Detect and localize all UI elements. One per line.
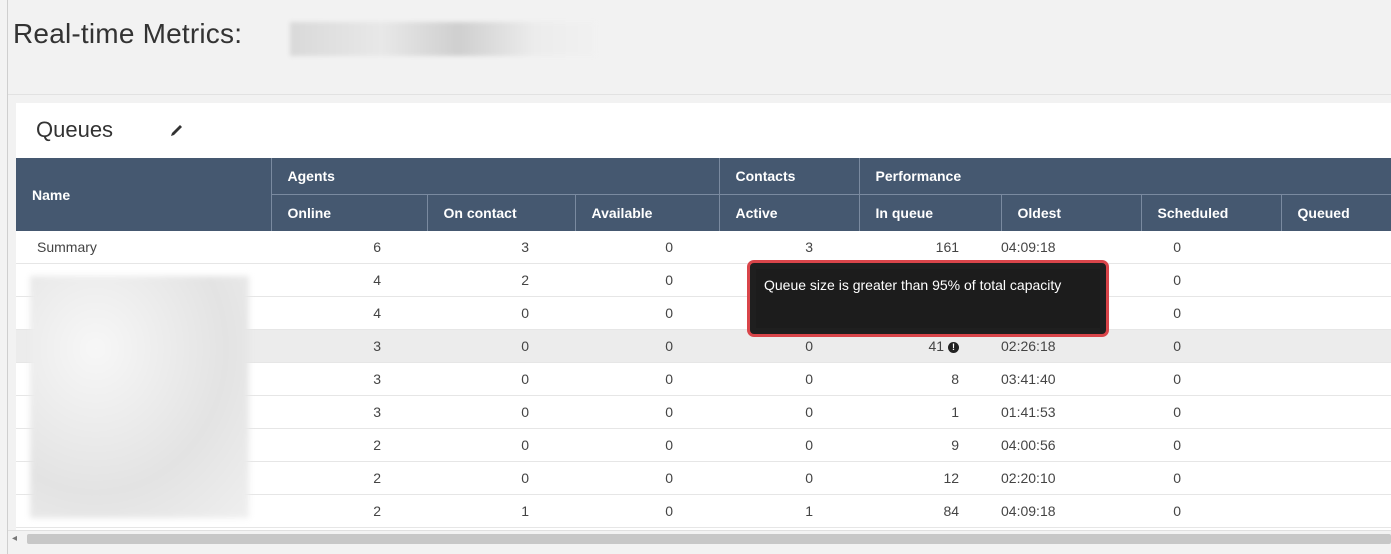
cell-queued: 53 <box>1281 263 1391 297</box>
tooltip: Queue size is greater than 95% of total … <box>747 260 1109 337</box>
column-header-on-contact[interactable]: On contact <box>426 194 575 231</box>
cell-available: 0 <box>575 395 720 429</box>
cell-scheduled: 0 <box>1141 428 1282 462</box>
cell-queued: 51 <box>1281 296 1391 330</box>
column-header-available[interactable]: Available <box>574 194 720 231</box>
divider <box>8 94 1391 95</box>
cell-scheduled: 0 <box>1141 362 1282 396</box>
cell-in-queue: 161 <box>859 231 1002 264</box>
cell-oldest: 02:20:10 <box>1001 461 1142 495</box>
redacted-instance-name <box>290 22 596 56</box>
cell-available: 0 <box>575 263 720 297</box>
cell-in-queue: 8 <box>859 362 1002 396</box>
table-row-summary[interactable]: Summary 6 3 0 3 161 04:09:18 0 422 <box>16 231 1391 264</box>
cell-active: 0 <box>719 362 860 396</box>
scrollbar-thumb[interactable] <box>27 534 1391 544</box>
cell-active: 0 <box>719 428 860 462</box>
cell-in-queue-value: 41 <box>928 338 945 354</box>
group-header-contacts: Contacts <box>718 158 860 195</box>
cell-in-queue: 1 <box>859 395 1002 429</box>
cell-online: 3 <box>271 362 427 396</box>
cell-active: 3 <box>719 231 860 264</box>
cell-on-contact: 1 <box>427 494 575 528</box>
group-header-agents: Agents <box>270 158 720 195</box>
cell-scheduled: 0 <box>1141 263 1282 297</box>
cell-queued: 3 <box>1281 395 1391 429</box>
cell-queued: 10 <box>1281 362 1391 396</box>
cell-queued: 51 <box>1281 461 1391 495</box>
column-header-active[interactable]: Active <box>718 194 860 231</box>
cell-on-contact: 0 <box>427 329 575 363</box>
cell-available: 0 <box>575 494 720 528</box>
cell-online: 2 <box>271 428 427 462</box>
cell-available: 0 <box>575 362 720 396</box>
cell-scheduled: 0 <box>1141 296 1282 330</box>
cell-queued: 35 <box>1281 428 1391 462</box>
redacted-queue-names <box>30 276 249 518</box>
cell-name[interactable]: Summary <box>16 231 271 264</box>
cell-online: 6 <box>271 231 427 264</box>
cell-online: 4 <box>271 296 427 330</box>
cell-queued: 94 <box>1281 329 1391 363</box>
cell-in-queue: 12 <box>859 461 1002 495</box>
cell-scheduled: 0 <box>1141 231 1282 264</box>
cell-oldest: 04:00:56 <box>1001 428 1142 462</box>
cell-on-contact: 0 <box>427 428 575 462</box>
panel-title: Queues <box>36 117 114 142</box>
cell-available: 0 <box>575 231 720 264</box>
column-header-name[interactable]: Name <box>16 158 271 231</box>
cell-available: 0 <box>575 428 720 462</box>
cell-active: 1 <box>719 494 860 528</box>
cell-scheduled: 0 <box>1141 494 1282 528</box>
cell-on-contact: 0 <box>427 395 575 429</box>
cell-scheduled: 0 <box>1141 329 1282 363</box>
cell-on-contact: 0 <box>427 296 575 330</box>
cell-scheduled: 0 <box>1141 395 1282 429</box>
cell-queued: 422 <box>1281 231 1391 264</box>
column-header-in-queue[interactable]: In queue <box>858 194 1002 231</box>
horizontal-scrollbar[interactable]: ◂ <box>8 530 1391 547</box>
cell-active: 0 <box>719 461 860 495</box>
cell-oldest: 01:41:53 <box>1001 395 1142 429</box>
cell-on-contact: 2 <box>427 263 575 297</box>
cell-queued: 125 <box>1281 494 1391 528</box>
cell-oldest: 04:09:18 <box>1001 494 1142 528</box>
cell-online: 2 <box>271 494 427 528</box>
chevron-left-icon[interactable]: ◂ <box>12 533 22 545</box>
page-title: Real-time Metrics: <box>13 18 243 49</box>
cell-available: 0 <box>575 329 720 363</box>
tooltip-text: Queue size is greater than 95% of total … <box>756 269 1100 328</box>
cell-online: 4 <box>271 263 427 297</box>
cell-online: 3 <box>271 395 427 429</box>
cell-scheduled: 0 <box>1141 461 1282 495</box>
cell-active: 0 <box>719 395 860 429</box>
column-header-online[interactable]: Online <box>270 194 427 231</box>
info-icon[interactable]: ! <box>948 341 960 353</box>
column-header-oldest[interactable]: Oldest <box>1000 194 1142 231</box>
cell-online: 3 <box>271 329 427 363</box>
cell-oldest: 03:41:40 <box>1001 362 1142 396</box>
cell-online: 2 <box>271 461 427 495</box>
cell-available: 0 <box>575 296 720 330</box>
cell-on-contact: 3 <box>427 231 575 264</box>
cell-in-queue: 9 <box>859 428 1002 462</box>
cell-available: 0 <box>575 461 720 495</box>
group-header-performance: Performance <box>858 158 1391 195</box>
column-header-scheduled[interactable]: Scheduled <box>1140 194 1282 231</box>
cell-in-queue: 84 <box>859 494 1002 528</box>
column-header-queued[interactable]: Queued <box>1280 194 1391 231</box>
cell-on-contact: 0 <box>427 362 575 396</box>
pencil-icon[interactable] <box>168 122 186 140</box>
cell-oldest: 04:09:18 <box>1001 231 1142 264</box>
cell-on-contact: 0 <box>427 461 575 495</box>
